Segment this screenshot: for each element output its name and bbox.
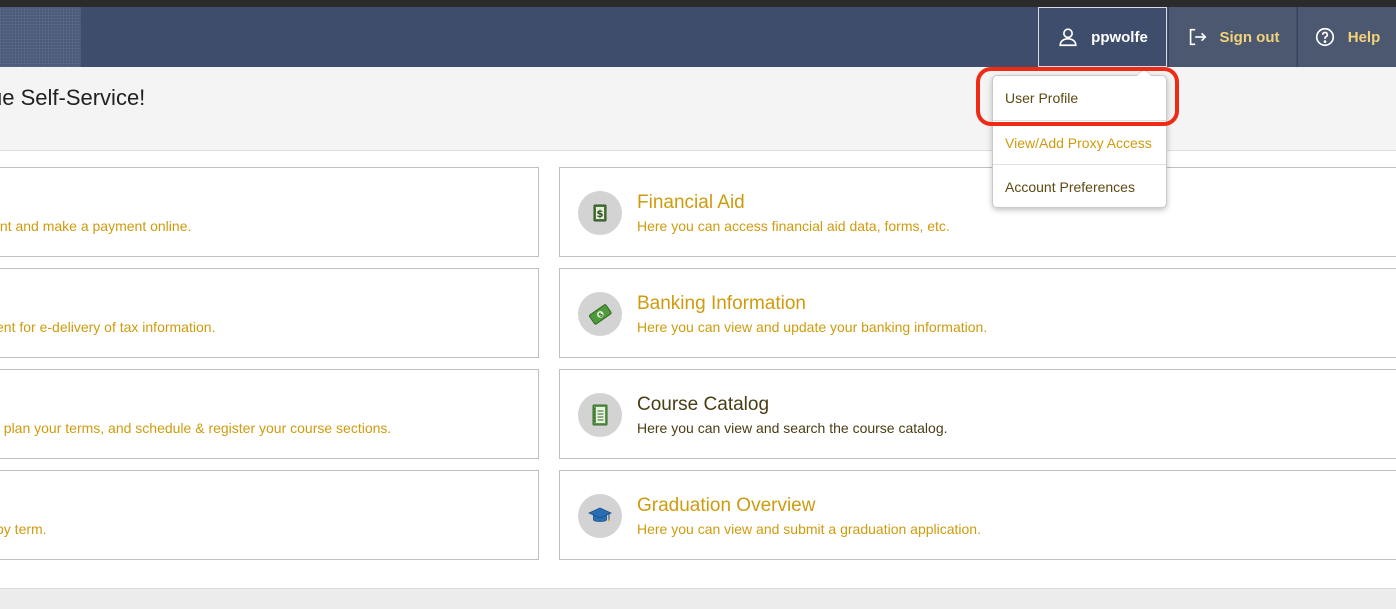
sign-out-label: Sign out: [1219, 28, 1280, 46]
tile-tax-information[interactable]: ent for e-delivery of tax information.: [0, 268, 539, 358]
user-menu-dropdown: User Profile View/Add Proxy Access Accou…: [992, 68, 1167, 208]
tile-student-planning[interactable]: , plan your terms, and schedule & regist…: [0, 369, 539, 459]
tile-title: Course Catalog: [637, 394, 770, 415]
dollar-document-icon: $: [578, 191, 622, 235]
help-label: Help: [1347, 28, 1381, 46]
tile-title: Financial Aid: [637, 192, 745, 213]
tile-description: Here you can view and search the course …: [637, 420, 948, 436]
menu-item-user-profile[interactable]: User Profile: [993, 76, 1166, 120]
notebook-icon: [578, 393, 622, 437]
welcome-banner: ue Self-Service!: [0, 67, 1396, 151]
tiles-area: atement and make a payment online. ent f…: [0, 151, 1396, 588]
institution-logo[interactable]: [0, 7, 81, 67]
tile-description: ent for e-delivery of tax information.: [0, 319, 216, 335]
sign-out-icon: [1189, 28, 1206, 46]
svg-text:$: $: [597, 209, 604, 220]
tile-grades[interactable]: by term.: [0, 470, 539, 560]
menu-item-account-preferences[interactable]: Account Preferences: [993, 164, 1166, 208]
page-title: ue Self-Service!: [0, 85, 146, 110]
user-icon: [1059, 28, 1077, 47]
tile-description: by term.: [0, 521, 47, 537]
tile-description: Here you can view and submit a graduatio…: [637, 521, 981, 537]
sign-out-button[interactable]: Sign out: [1168, 7, 1296, 67]
menu-item-proxy-access[interactable]: View/Add Proxy Access: [993, 120, 1166, 164]
help-icon: [1315, 27, 1334, 47]
tile-graduation-overview[interactable]: Graduation Overview Here you can view an…: [559, 470, 1396, 560]
tile-description: Here you can access financial aid data, …: [637, 218, 950, 234]
tile-description: , plan your terms, and schedule & regist…: [0, 420, 392, 436]
tile-title: Banking Information: [637, 293, 806, 314]
window-top-strip: [0, 0, 1396, 7]
graduation-cap-icon: [578, 494, 622, 538]
money-icon: $: [578, 292, 622, 336]
user-name-label: ppwolfe: [1091, 28, 1148, 46]
tile-course-catalog[interactable]: Course Catalog Here you can view and sea…: [559, 369, 1396, 459]
tile-title: Graduation Overview: [637, 495, 816, 516]
tile-financial-aid[interactable]: $ Financial Aid Here you can access fina…: [559, 167, 1396, 257]
user-menu-button[interactable]: ppwolfe: [1038, 7, 1167, 67]
header-bar: ppwolfe Sign out Help: [0, 7, 1396, 67]
help-button[interactable]: Help: [1297, 7, 1396, 67]
tile-student-finance[interactable]: atement and make a payment online.: [0, 167, 539, 257]
footer-band: [0, 588, 1396, 609]
tile-banking-information[interactable]: $ Banking Information Here you can view …: [559, 268, 1396, 358]
tile-description: atement and make a payment online.: [0, 218, 192, 234]
tile-description: Here you can view and update your bankin…: [637, 319, 988, 335]
